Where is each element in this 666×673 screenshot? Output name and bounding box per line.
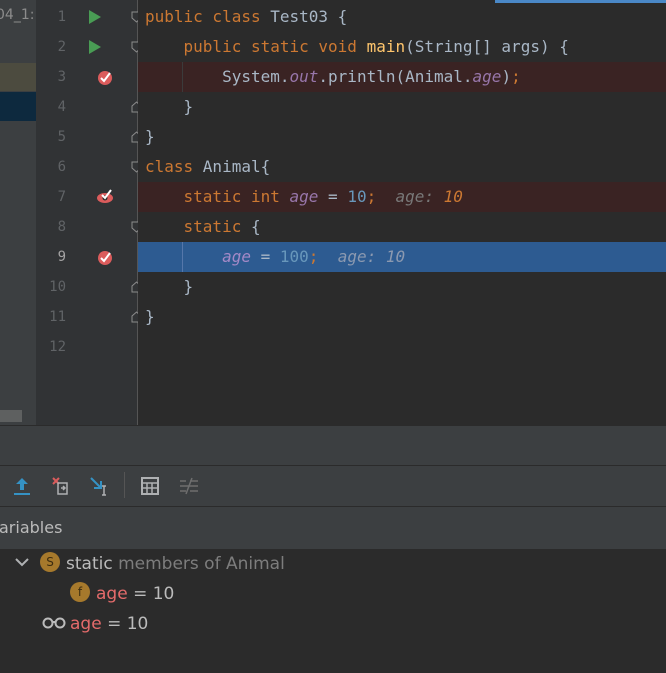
code-token: 10 — [443, 187, 463, 206]
run-to-cursor-icon[interactable] — [89, 475, 111, 497]
field-watchpoint-icon[interactable] — [97, 188, 115, 206]
active-tab-indicator — [495, 0, 666, 3]
code-token: Test03 { — [270, 7, 348, 26]
variables-tree[interactable]: Sstatic members of Animal f age = 10 age … — [0, 549, 666, 673]
debug-toolbar — [0, 465, 666, 506]
code-line[interactable]: System.out.println(Animal.age); — [145, 62, 521, 92]
code-line[interactable]: class Animal{ — [145, 152, 270, 182]
breakpoint-icon[interactable] — [97, 68, 115, 86]
tree-watch-row[interactable]: age = 10 — [42, 609, 148, 639]
code-token: } — [145, 277, 194, 296]
group-label-rest: members of Animal — [112, 554, 285, 574]
line-number[interactable]: 11 — [36, 302, 66, 332]
watch-glasses-icon — [42, 617, 66, 629]
run-icon[interactable] — [89, 40, 101, 54]
line-number[interactable]: 2 — [36, 32, 66, 62]
project-scrollbar[interactable] — [0, 410, 22, 422]
code-token: System. — [145, 67, 290, 86]
static-badge-icon: S — [40, 552, 60, 572]
code-line[interactable]: } — [145, 272, 194, 302]
code-line[interactable]: static { — [145, 212, 261, 242]
tree-group-static-members[interactable]: Sstatic members of Animal — [14, 549, 285, 579]
code-token: Animal{ — [202, 157, 271, 176]
watch-name: age — [70, 614, 102, 634]
code-token: { — [250, 217, 261, 236]
code-token: public static void — [145, 37, 367, 56]
field-badge-icon: f — [70, 582, 90, 602]
watch-value: 10 — [126, 614, 149, 634]
code-token: ; — [366, 187, 377, 206]
trace-icon[interactable] — [178, 475, 200, 497]
code-token: } — [145, 127, 155, 146]
code-token: static int — [145, 187, 290, 206]
breakpoint-icon[interactable] — [97, 248, 115, 266]
field-value: 10 — [152, 584, 175, 604]
line-number[interactable]: 10 — [36, 272, 66, 302]
line-number[interactable]: 7 — [36, 182, 66, 212]
code-line[interactable]: } — [145, 92, 194, 122]
code-token: out — [289, 67, 319, 86]
project-panel: 04_1: — [0, 0, 36, 425]
line-number[interactable]: 12 — [36, 332, 66, 362]
group-label-keyword: static — [66, 554, 113, 574]
code-token: } — [145, 97, 194, 116]
code-token: age — [289, 187, 319, 206]
line-number[interactable]: 1 — [36, 2, 66, 32]
variables-panel-header: ariables — [0, 506, 666, 550]
project-tree-row-selected[interactable] — [0, 92, 36, 121]
code-line[interactable]: static int age = 10; age: 10 — [145, 182, 463, 212]
line-number[interactable]: 3 — [36, 62, 66, 92]
code-token: 100 — [279, 247, 309, 266]
project-tree-row[interactable] — [0, 63, 36, 91]
drop-frame-icon[interactable] — [50, 475, 72, 497]
code-token: } — [145, 307, 155, 326]
line-number[interactable]: 6 — [36, 152, 66, 182]
code-token: age — [222, 247, 251, 266]
code-token: age: 10 — [318, 247, 406, 266]
debug-panel-header — [0, 425, 666, 466]
code-token: static — [145, 217, 251, 236]
line-number[interactable]: 5 — [36, 122, 66, 152]
code-token: ) — [501, 67, 512, 86]
code-line[interactable]: } — [145, 302, 155, 332]
code-token: ; — [308, 247, 319, 266]
run-icon[interactable] — [89, 10, 101, 24]
code-token: ; — [511, 67, 521, 86]
code-token: age — [472, 67, 502, 86]
code-line[interactable]: } — [145, 122, 155, 152]
code-token: class — [145, 157, 203, 176]
code-token: .println(Animal. — [318, 67, 473, 86]
toolbar-separator — [124, 472, 125, 498]
code-token: (String[] args) { — [405, 37, 569, 56]
code-editor[interactable]: public class Test03 { public static void… — [138, 0, 666, 425]
tree-field-row[interactable]: f age = 10 — [70, 579, 174, 609]
variables-title: ariables — [0, 518, 63, 537]
code-line[interactable]: public static void main(String[] args) { — [145, 32, 569, 62]
code-line[interactable]: age = 100; age: 10 — [145, 242, 405, 272]
field-eq: = — [127, 584, 153, 604]
chevron-down-icon[interactable] — [14, 554, 30, 570]
step-out-icon[interactable] — [11, 475, 33, 497]
project-tab-label[interactable]: 04_1: — [0, 7, 36, 23]
code-token: 10 — [347, 187, 367, 206]
field-name: age — [96, 584, 128, 604]
code-token: = — [250, 247, 280, 266]
code-line[interactable]: public class Test03 { — [145, 2, 347, 32]
line-number[interactable]: 8 — [36, 212, 66, 242]
line-number[interactable]: 4 — [36, 92, 66, 122]
watch-eq: = — [101, 614, 127, 634]
code-token: = — [318, 187, 348, 206]
code-token: public class — [145, 7, 271, 26]
line-number[interactable]: 9 — [36, 242, 66, 272]
code-token: age: — [376, 187, 444, 206]
evaluate-expression-icon[interactable] — [139, 475, 161, 497]
code-token: main — [366, 37, 406, 56]
